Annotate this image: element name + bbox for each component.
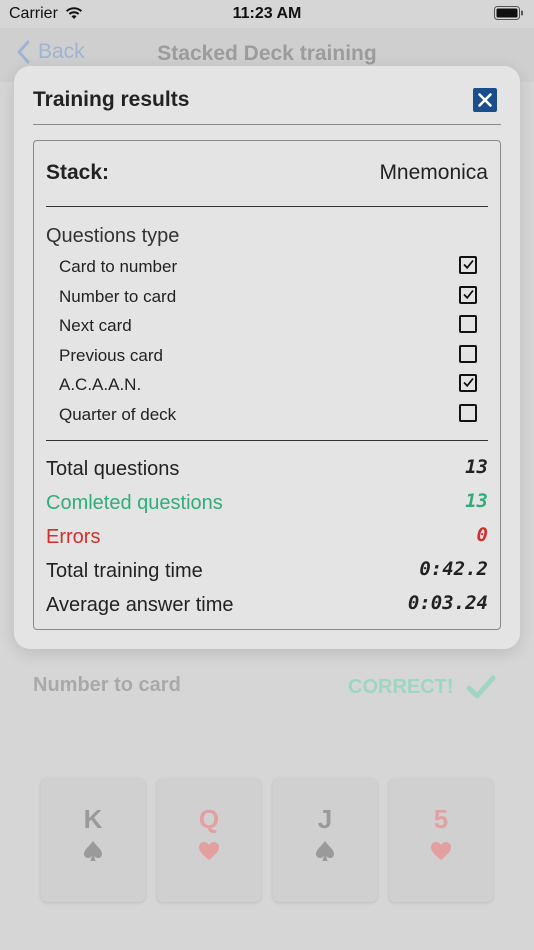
divider [33, 124, 501, 125]
question-type-label: Previous card [59, 346, 163, 365]
stat-total-questions: Total questions 13 [46, 456, 488, 484]
checkbox-unchecked [459, 345, 477, 363]
spade-icon [316, 841, 334, 861]
question-type-item: Number to card [59, 285, 477, 309]
card-option[interactable]: Q [157, 778, 261, 902]
check-icon [466, 675, 496, 699]
page-title: Stacked Deck training [157, 42, 377, 65]
close-button[interactable] [473, 88, 497, 112]
checkbox-checked [459, 374, 477, 392]
stat-label: Average answer time [46, 594, 234, 616]
stat-value: 0 [476, 524, 488, 546]
question-type-label: Number to card [33, 674, 181, 696]
stat-value: 0:03.24 [407, 592, 488, 614]
spade-icon [84, 841, 102, 861]
stat-label: Total training time [46, 560, 203, 582]
stat-total-training-time: Total training time 0:42.2 [46, 558, 488, 586]
question-type-label: Quarter of deck [59, 405, 177, 424]
question-type-item: Previous card [59, 344, 477, 368]
checkmark-icon [463, 289, 474, 300]
checkbox-unchecked [459, 404, 477, 422]
checkmark-icon [463, 259, 474, 270]
checkbox-checked [459, 256, 477, 274]
stat-value: 13 [465, 490, 488, 512]
close-icon [478, 93, 492, 107]
card-option[interactable]: 5 [389, 778, 493, 902]
card-rank: Q [198, 804, 220, 834]
battery-icon [494, 6, 523, 20]
checkbox-checked [459, 286, 477, 304]
status-time: 11:23 AM [232, 5, 302, 22]
stat-label: Comleted questions [46, 492, 223, 514]
checkbox-unchecked [459, 315, 477, 333]
card-option[interactable]: J [273, 778, 377, 902]
question-type-item: A.C.A.A.N. [59, 373, 477, 397]
question-type-item: Card to number [59, 255, 477, 279]
card-rank: K [83, 804, 103, 834]
stat-average-answer-time: Average answer time 0:03.24 [46, 592, 488, 620]
card-option[interactable]: K [41, 778, 145, 902]
card-rank: J [317, 804, 333, 834]
divider [46, 206, 488, 207]
checkmark-icon [463, 377, 474, 388]
questions-type-heading: Questions type [46, 225, 180, 247]
stack-value: Mnemonica [379, 161, 488, 184]
divider [46, 440, 488, 441]
results-panel: Stack: Mnemonica Questions type Card to … [33, 140, 501, 630]
question-type-label: Card to number [59, 257, 178, 276]
question-type-label: A.C.A.A.N. [59, 375, 142, 394]
result-indicator: CORRECT! [348, 674, 496, 700]
stat-completed-questions: Comleted questions 13 [46, 490, 488, 518]
heart-icon [431, 842, 451, 860]
stack-label: Stack: [46, 161, 110, 184]
card-rank: 5 [433, 804, 449, 834]
stat-label: Total questions [46, 458, 180, 480]
card-choices: K Q J 5 [41, 778, 493, 902]
heart-icon [199, 842, 219, 860]
question-type-label: Number to card [59, 287, 177, 306]
stat-errors: Errors 0 [46, 524, 488, 552]
question-type-label: Next card [59, 316, 132, 335]
question-type-item: Next card [59, 314, 477, 338]
status-bar: Carrier 11:23 AM [0, 0, 534, 28]
question-type-item: Quarter of deck [59, 403, 477, 427]
stat-label: Errors [46, 526, 101, 548]
stat-value: 0:42.2 [419, 558, 488, 580]
training-results-dialog: Training results Stack: Mnemonica Questi… [14, 66, 520, 649]
result-label: CORRECT! [348, 675, 454, 698]
stat-value: 13 [465, 456, 488, 478]
dialog-title: Training results [33, 88, 190, 111]
